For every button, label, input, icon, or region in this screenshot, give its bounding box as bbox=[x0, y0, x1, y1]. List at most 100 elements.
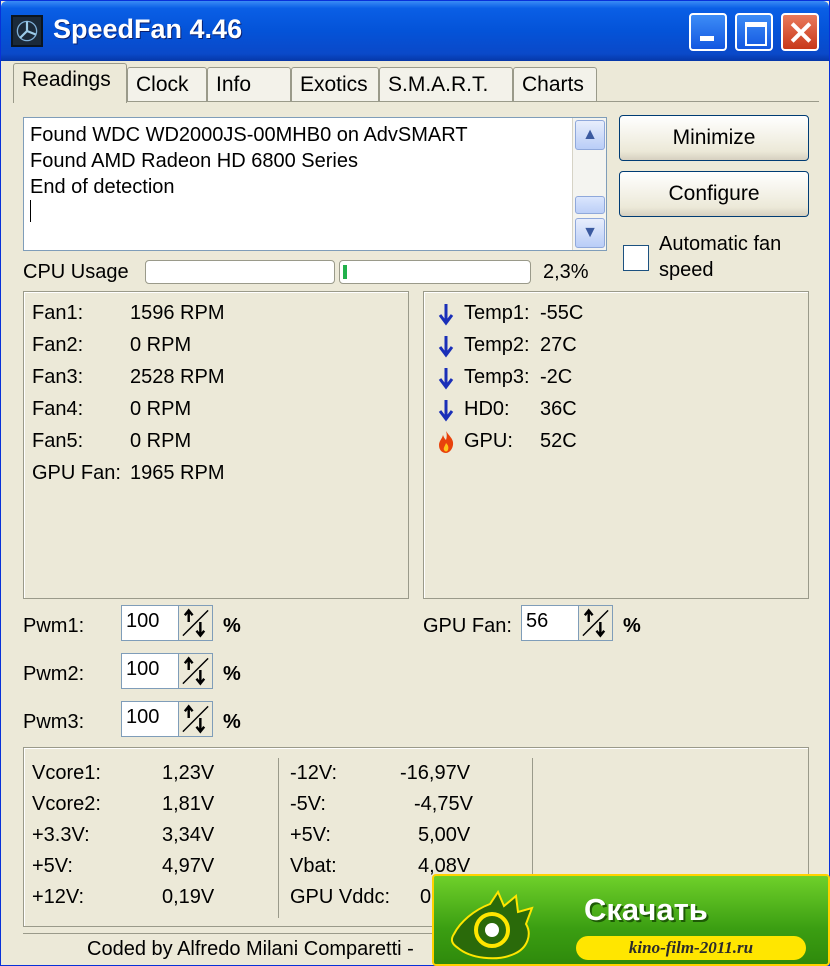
credits-text: Coded by Alfredo Milani Comparetti - bbox=[87, 938, 414, 960]
tab-charts[interactable]: Charts bbox=[513, 67, 597, 101]
gpu-fan-value[interactable]: 56 bbox=[526, 610, 548, 633]
fan-label: Fan4: bbox=[32, 398, 84, 420]
fan-value: 0 RPM bbox=[130, 430, 192, 452]
minimize-button[interactable]: Minimize bbox=[619, 115, 809, 161]
pwm1-updown-icon[interactable] bbox=[178, 606, 212, 640]
speedfan-window: SpeedFan 4.46 Readings Clock Info Exotic… bbox=[0, 0, 830, 966]
text-caret bbox=[30, 200, 31, 222]
voltage-label: +5V: bbox=[290, 824, 331, 846]
pwm2-value[interactable]: 100 bbox=[126, 658, 159, 681]
fan-label: Fan2: bbox=[32, 334, 84, 356]
temp-label: GPU: bbox=[464, 430, 513, 452]
pwm2-stepper[interactable]: 100 bbox=[121, 653, 213, 689]
voltage-label: +12V: bbox=[32, 886, 85, 908]
log-line: Found WDC WD2000JS-00MHB0 on AdvSMART bbox=[30, 124, 468, 146]
fan-label: Fan1: bbox=[32, 302, 84, 324]
pwm3-stepper[interactable]: 100 bbox=[121, 701, 213, 737]
log-scrollbar[interactable]: ▲ ▼ bbox=[572, 118, 606, 250]
voltage-value: -16,97V bbox=[400, 762, 471, 784]
cpu-usage-value: 2,3% bbox=[543, 261, 589, 283]
temp-label: Temp3: bbox=[464, 366, 530, 388]
temp-label: HD0: bbox=[464, 398, 510, 420]
arrow-down-icon bbox=[438, 368, 454, 390]
voltage-value: 4,97V bbox=[162, 855, 215, 877]
fan-label: Fan3: bbox=[32, 366, 84, 388]
voltage-value: 0,19V bbox=[162, 886, 215, 908]
close-window-button[interactable] bbox=[781, 13, 819, 51]
temp-value: -55C bbox=[540, 302, 584, 324]
title-bar[interactable]: SpeedFan 4.46 bbox=[1, 1, 829, 61]
fan-value: 0 RPM bbox=[130, 398, 192, 420]
tab-panel-border bbox=[13, 101, 819, 102]
gpu-fan-stepper[interactable]: 56 bbox=[521, 605, 613, 641]
download-banner[interactable]: Скачать kino-film-2011.ru bbox=[432, 874, 830, 966]
detection-log[interactable]: Found WDC WD2000JS-00MHB0 on AdvSMART Fo… bbox=[23, 117, 607, 251]
log-line: Found AMD Radeon HD 6800 Series bbox=[30, 150, 358, 172]
cpu-usage-bar-1 bbox=[145, 260, 335, 284]
pwm3-unit: % bbox=[223, 711, 241, 733]
tab-smart[interactable]: S.M.A.R.T. bbox=[379, 67, 513, 101]
log-line: End of detection bbox=[30, 176, 175, 198]
temp-value: 52C bbox=[540, 430, 577, 452]
pwm2-label: Pwm2: bbox=[23, 663, 85, 685]
voltage-label: +3.3V: bbox=[32, 824, 90, 846]
arrow-down-icon bbox=[438, 336, 454, 358]
voltage-value: 1,23V bbox=[162, 762, 215, 784]
voltage-value: 3,34V bbox=[162, 824, 215, 846]
gpu-fan-label: GPU Fan: bbox=[423, 615, 512, 637]
cpu-usage-fill bbox=[343, 265, 347, 279]
temp-value: 27C bbox=[540, 334, 577, 356]
voltage-label: -12V: bbox=[290, 762, 338, 784]
temperatures-panel: Temp1: -55C Temp2: 27C Temp3: -2C HD0: 36C G… bbox=[423, 291, 809, 599]
fan-value: 1965 RPM bbox=[130, 462, 225, 484]
speedfan-app-icon[interactable] bbox=[11, 15, 43, 47]
fan-label: Fan5: bbox=[32, 430, 84, 452]
download-title: Скачать bbox=[584, 892, 708, 927]
fan-value: 0 RPM bbox=[130, 334, 192, 356]
temp-value: -2C bbox=[540, 366, 573, 388]
voltage-value: 0 bbox=[420, 886, 432, 908]
voltage-label: Vcore2: bbox=[32, 793, 101, 815]
cpu-usage-label: CPU Usage bbox=[23, 261, 129, 283]
tab-exotics[interactable]: Exotics bbox=[291, 67, 379, 101]
fan-label: GPU Fan: bbox=[32, 462, 121, 484]
scroll-down-icon[interactable]: ▼ bbox=[575, 218, 605, 248]
scroll-up-icon[interactable]: ▲ bbox=[575, 120, 605, 150]
voltage-label: +5V: bbox=[32, 855, 73, 877]
voltage-label: GPU Vddc: bbox=[290, 886, 391, 908]
pwm1-unit: % bbox=[223, 615, 241, 637]
tab-readings[interactable]: Readings bbox=[13, 63, 127, 103]
fan-value: 1596 RPM bbox=[130, 302, 225, 324]
configure-button[interactable]: Configure bbox=[619, 171, 809, 217]
pwm1-stepper[interactable]: 100 bbox=[121, 605, 213, 641]
voltage-value: 5,00V bbox=[418, 824, 471, 846]
pwm2-updown-icon[interactable] bbox=[178, 654, 212, 688]
tab-info[interactable]: Info bbox=[207, 67, 291, 101]
pwm3-updown-icon[interactable] bbox=[178, 702, 212, 736]
temp-label: Temp2: bbox=[464, 334, 530, 356]
voltage-label: Vbat: bbox=[290, 855, 337, 877]
arrow-down-icon bbox=[438, 400, 454, 422]
download-url: kino-film-2011.ru bbox=[576, 936, 806, 960]
tab-clock[interactable]: Clock bbox=[127, 67, 207, 101]
download-logo-icon bbox=[450, 889, 534, 960]
scroll-thumb[interactable] bbox=[575, 196, 605, 214]
fan-value: 2528 RPM bbox=[130, 366, 225, 388]
gpu-fan-unit: % bbox=[623, 615, 641, 637]
voltage-value: -4,75V bbox=[414, 793, 473, 815]
gpu-fan-updown-icon[interactable] bbox=[578, 606, 612, 640]
pwm1-label: Pwm1: bbox=[23, 615, 85, 637]
window-title: SpeedFan 4.46 bbox=[53, 14, 243, 44]
automatic-fan-speed-checkbox[interactable] bbox=[623, 245, 649, 271]
flame-icon bbox=[439, 431, 454, 453]
automatic-fan-speed-label: Automatic fan speed bbox=[659, 233, 782, 281]
voltage-label: Vcore1: bbox=[32, 762, 101, 784]
pwm1-value[interactable]: 100 bbox=[126, 610, 159, 633]
maximize-window-button[interactable] bbox=[735, 13, 773, 51]
temp-value: 36C bbox=[540, 398, 577, 420]
minimize-window-button[interactable] bbox=[689, 13, 727, 51]
temp-label: Temp1: bbox=[464, 302, 530, 324]
pwm3-value[interactable]: 100 bbox=[126, 706, 159, 729]
pwm3-label: Pwm3: bbox=[23, 711, 85, 733]
column-divider bbox=[278, 758, 279, 918]
